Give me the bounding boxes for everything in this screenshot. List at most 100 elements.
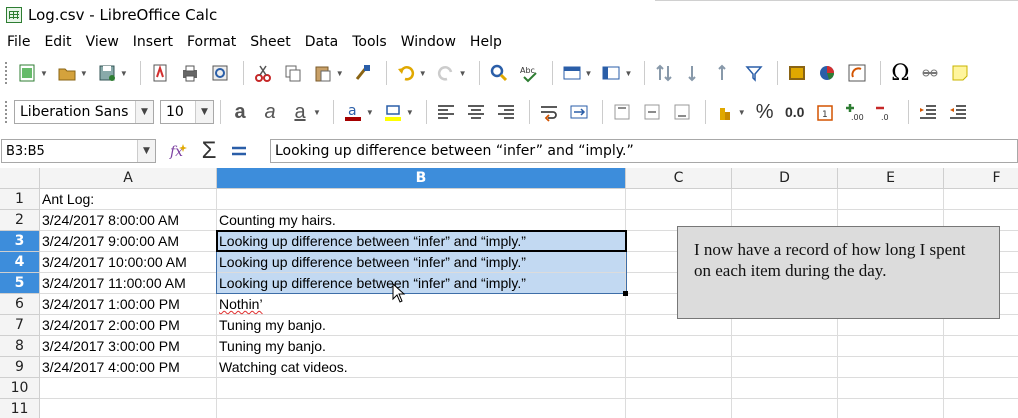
menu-view[interactable]: View (79, 34, 126, 50)
cell-b7[interactable]: Tuning my banjo. (217, 315, 626, 335)
delete-decimal-icon[interactable]: .0 (872, 99, 898, 125)
cell-b4[interactable]: Looking up difference between “infer” an… (217, 252, 626, 272)
row-icon[interactable] (559, 60, 585, 86)
align-center-icon[interactable] (463, 99, 489, 125)
row-header[interactable]: 1 (0, 189, 40, 210)
bold-icon[interactable]: a (227, 99, 253, 125)
chevron-down-icon[interactable]: ▼ (624, 69, 632, 78)
menu-file[interactable]: File (0, 34, 37, 50)
percent-icon[interactable]: % (752, 99, 778, 125)
chevron-down-icon[interactable]: ▼ (419, 69, 427, 78)
underline-icon[interactable]: a (287, 99, 313, 125)
chevron-down-icon[interactable]: ▼ (137, 140, 155, 162)
cell-e[interactable] (838, 357, 944, 377)
highlight-icon[interactable] (380, 99, 406, 125)
chevron-down-icon[interactable]: ▼ (313, 108, 321, 117)
cell-e[interactable] (838, 336, 944, 356)
comment-icon[interactable] (947, 60, 973, 86)
align-top-icon[interactable] (609, 99, 635, 125)
cell-e[interactable] (838, 189, 944, 209)
number-format-icon[interactable]: 0.0 (782, 99, 808, 125)
image-icon[interactable] (784, 60, 810, 86)
cell-b2[interactable]: Counting my hairs. (217, 210, 626, 230)
chevron-down-icon[interactable]: ▼ (80, 69, 88, 78)
copy-icon[interactable] (280, 60, 306, 86)
chevron-down-icon[interactable]: ▼ (366, 108, 374, 117)
row-header[interactable]: 9 (0, 357, 40, 378)
cell-d[interactable] (732, 399, 838, 418)
print-icon[interactable] (177, 60, 203, 86)
menu-window[interactable]: Window (394, 34, 463, 50)
cell-b11[interactable] (217, 399, 626, 418)
cell-b6[interactable]: Nothin’ (217, 294, 626, 314)
cell-c[interactable] (626, 378, 732, 398)
cell-b5[interactable]: Looking up difference between “infer” an… (217, 273, 626, 293)
open-folder-icon[interactable] (54, 60, 80, 86)
menu-insert[interactable]: Insert (126, 34, 180, 50)
chevron-down-icon[interactable]: ▼ (459, 69, 467, 78)
cell-a7[interactable]: 3/24/2017 2:00:00 PM (40, 315, 217, 335)
cell-a9[interactable]: 3/24/2017 4:00:00 PM (40, 357, 217, 377)
cell-a11[interactable] (40, 399, 217, 418)
select-all-corner[interactable] (0, 168, 40, 189)
align-bottom-icon[interactable] (669, 99, 695, 125)
chevron-down-icon[interactable]: ▼ (585, 69, 593, 78)
redo-icon[interactable] (433, 60, 459, 86)
clone-formatting-icon[interactable] (350, 60, 376, 86)
paste-icon[interactable] (310, 60, 336, 86)
row-header[interactable]: 4 (0, 252, 40, 273)
toolbar-grip[interactable] (4, 61, 8, 85)
menu-edit[interactable]: Edit (37, 34, 78, 50)
chevron-down-icon[interactable]: ▼ (738, 108, 746, 117)
cell-a3[interactable]: 3/24/2017 9:00:00 AM (40, 231, 217, 251)
cell-b8[interactable]: Tuning my banjo. (217, 336, 626, 356)
chevron-down-icon[interactable]: ▼ (120, 69, 128, 78)
wrap-text-icon[interactable] (536, 99, 562, 125)
align-middle-icon[interactable] (639, 99, 665, 125)
align-right-icon[interactable] (493, 99, 519, 125)
print-preview-icon[interactable] (207, 60, 233, 86)
save-icon[interactable] (94, 60, 120, 86)
add-decimal-icon[interactable]: .00 (842, 99, 868, 125)
undo-icon[interactable] (393, 60, 419, 86)
cell-b3[interactable]: Looking up difference between “infer” an… (217, 231, 626, 251)
chevron-down-icon[interactable]: ▼ (40, 69, 48, 78)
row-header[interactable]: 5 (0, 273, 40, 294)
cell-b1[interactable] (217, 189, 626, 209)
sort-ascending-icon[interactable] (681, 60, 707, 86)
hyperlink-icon[interactable] (917, 60, 943, 86)
increase-indent-icon[interactable] (915, 99, 941, 125)
cell-c[interactable] (626, 336, 732, 356)
cell-e[interactable] (838, 399, 944, 418)
decrease-indent-icon[interactable] (945, 99, 971, 125)
cut-icon[interactable] (250, 60, 276, 86)
column-header-e[interactable]: E (838, 168, 944, 189)
cell-a1[interactable]: Ant Log: (40, 189, 217, 209)
sort-icon[interactable] (651, 60, 677, 86)
menu-format[interactable]: Format (180, 34, 243, 50)
font-size-combobox[interactable]: 10 ▼ (160, 100, 214, 124)
cell-d[interactable] (732, 189, 838, 209)
column-header-f[interactable]: F (944, 168, 1018, 189)
toolbar-grip[interactable] (4, 100, 8, 124)
menu-tools[interactable]: Tools (345, 34, 394, 50)
name-box[interactable]: B3:B5 ▼ (1, 139, 156, 163)
fill-handle[interactable] (623, 291, 628, 296)
chevron-down-icon[interactable]: ▼ (406, 108, 414, 117)
cell-b10[interactable] (217, 378, 626, 398)
formula-input[interactable]: Looking up difference between “infer” an… (270, 139, 1018, 163)
column-header-c[interactable]: C (626, 168, 732, 189)
date-format-icon[interactable]: 1 (812, 99, 838, 125)
chevron-down-icon[interactable]: ▼ (195, 101, 213, 123)
cell-c[interactable] (626, 357, 732, 377)
column-icon[interactable] (598, 60, 624, 86)
column-header-b[interactable]: B (217, 168, 626, 189)
export-pdf-icon[interactable] (147, 60, 173, 86)
menu-sheet[interactable]: Sheet (243, 34, 297, 50)
cell-a2[interactable]: 3/24/2017 8:00:00 AM (40, 210, 217, 230)
row-header[interactable]: 7 (0, 315, 40, 336)
cell-b9[interactable]: Watching cat videos. (217, 357, 626, 377)
currency-icon[interactable] (712, 99, 738, 125)
row-header[interactable]: 6 (0, 294, 40, 315)
cell-a6[interactable]: 3/24/2017 1:00:00 PM (40, 294, 217, 314)
